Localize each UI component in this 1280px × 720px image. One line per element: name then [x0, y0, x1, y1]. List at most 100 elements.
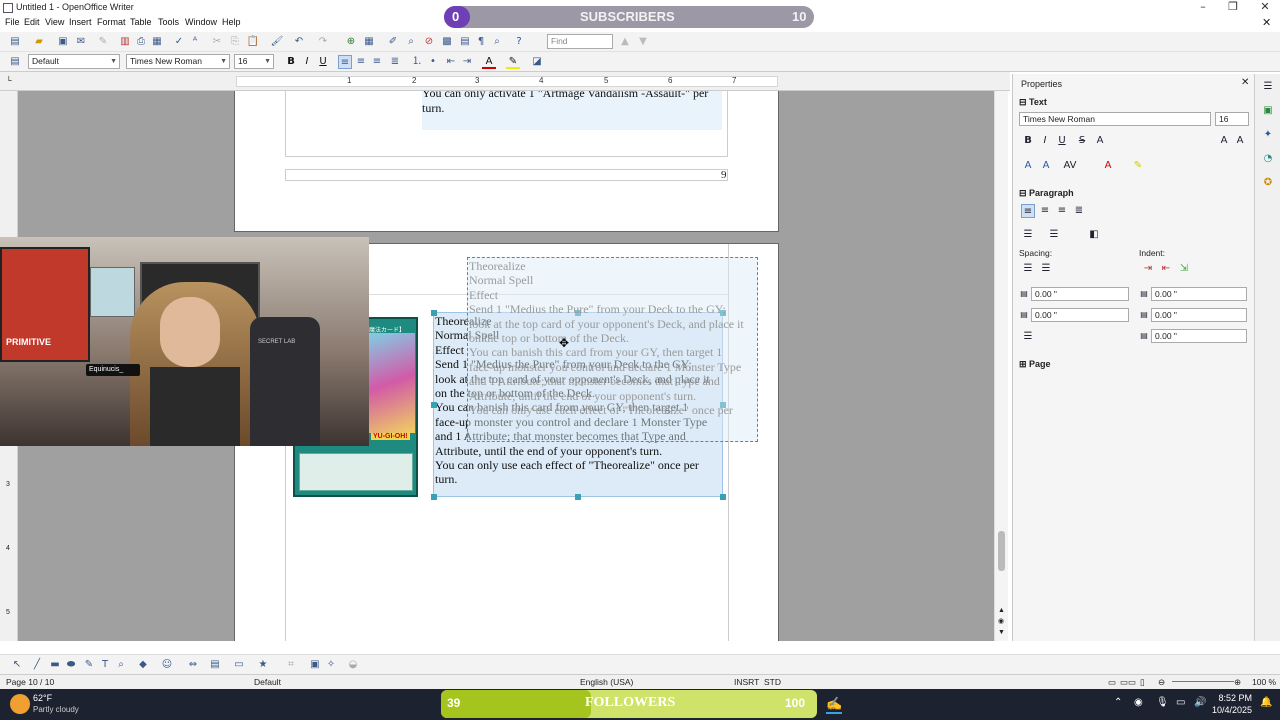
- sidebar-grow-font-icon[interactable]: A: [1217, 134, 1231, 148]
- points-icon[interactable]: ⌗: [284, 658, 298, 672]
- sidebar-align-right-icon[interactable]: ≡: [1055, 204, 1069, 218]
- scroll-up-icon[interactable]: ▲: [998, 607, 1005, 614]
- print-preview-icon[interactable]: ▦: [150, 35, 164, 49]
- microphone-icon[interactable]: 🎙: [1156, 697, 1169, 708]
- basic-shapes-icon[interactable]: ◆: [136, 658, 150, 672]
- line-spacing-icon[interactable]: ☰: [1021, 330, 1035, 344]
- menu-window[interactable]: Window: [185, 17, 217, 27]
- page-count[interactable]: Page 10 / 10: [6, 677, 54, 687]
- gallery-deck-icon[interactable]: ◔: [1261, 152, 1275, 166]
- sidebar-numbering-icon[interactable]: ☰: [1047, 228, 1061, 242]
- before-indent-input[interactable]: 0.00 ": [1151, 287, 1247, 301]
- highlight-icon[interactable]: ✎: [506, 55, 520, 69]
- open-icon[interactable]: ▰: [32, 35, 46, 49]
- zoom-in-icon[interactable]: ⊕: [1234, 677, 1241, 688]
- font-color-icon[interactable]: A: [482, 55, 496, 69]
- decrease-indent-icon[interactable]: ⇤: [444, 55, 458, 69]
- resize-handle[interactable]: [431, 310, 437, 316]
- weather-condition[interactable]: Partly cloudy: [33, 705, 79, 714]
- text-section-header[interactable]: ⊟ Text: [1019, 97, 1047, 108]
- first-line-indent-input[interactable]: 0.00 ": [1151, 329, 1247, 343]
- writer-taskbar-icon[interactable]: ✍: [826, 696, 843, 714]
- restore-button[interactable]: ❐: [1218, 0, 1248, 16]
- tray-chevron-icon[interactable]: ⌃: [1114, 697, 1122, 708]
- scroll-down-icon[interactable]: ▼: [998, 629, 1005, 636]
- decrease-spacing-icon[interactable]: ☰: [1039, 262, 1053, 276]
- close-document-icon[interactable]: ✕: [1262, 16, 1271, 29]
- sidebar-highlight-icon[interactable]: ✎: [1131, 159, 1145, 173]
- menu-format[interactable]: Format: [97, 17, 126, 27]
- menu-file[interactable]: File: [5, 17, 20, 27]
- line-icon[interactable]: ╱: [30, 658, 44, 672]
- sidebar-spacing-icon[interactable]: AV: [1063, 159, 1077, 173]
- gallery-icon[interactable]: ▩: [440, 35, 454, 49]
- align-right-icon[interactable]: ≡: [370, 55, 384, 69]
- paragraph-section-header[interactable]: ⊟ Paragraph: [1019, 188, 1074, 199]
- tray-app-icon[interactable]: ◉: [1134, 697, 1143, 708]
- format-paintbrush-icon[interactable]: 🖌: [270, 35, 284, 49]
- align-center-icon[interactable]: ≡: [354, 55, 368, 69]
- decrease-indent-icon[interactable]: ⇤: [1159, 262, 1173, 276]
- sidebar-superscript-icon[interactable]: A: [1021, 159, 1035, 173]
- tab-type-icon[interactable]: └: [6, 76, 12, 85]
- zoom-slider[interactable]: [1172, 681, 1234, 682]
- book-view-icon[interactable]: ▯: [1140, 677, 1145, 688]
- multi-page-view-icon[interactable]: ▭▭: [1120, 677, 1136, 688]
- insert-mode[interactable]: INSRT: [734, 677, 759, 687]
- undo-icon[interactable]: ↶: [292, 35, 306, 49]
- background-color-icon[interactable]: ◪: [530, 55, 544, 69]
- increase-spacing-icon[interactable]: ☰: [1021, 262, 1035, 276]
- selection-mode[interactable]: STD: [764, 677, 781, 687]
- edit-file-icon[interactable]: ✎: [96, 35, 110, 49]
- help-icon[interactable]: ?: [512, 35, 526, 49]
- italic-icon[interactable]: I: [300, 55, 314, 69]
- align-left-icon[interactable]: ≡: [338, 55, 352, 69]
- after-indent-input[interactable]: 0.00 ": [1151, 308, 1247, 322]
- sidebar-background-icon[interactable]: ◧: [1087, 228, 1101, 242]
- resize-handle[interactable]: [431, 402, 437, 408]
- sidebar-underline-icon[interactable]: U: [1055, 134, 1069, 148]
- close-window-button[interactable]: ✕: [1250, 0, 1280, 16]
- from-file-icon[interactable]: ▣: [308, 658, 322, 672]
- sidebar-italic-icon[interactable]: I: [1038, 134, 1052, 148]
- rectangle-icon[interactable]: ▬: [48, 658, 62, 672]
- properties-deck-icon[interactable]: ▣: [1261, 104, 1275, 118]
- stars-icon[interactable]: ★: [256, 658, 270, 672]
- freeform-icon[interactable]: ✎: [82, 658, 96, 672]
- menu-insert[interactable]: Insert: [69, 17, 92, 27]
- menu-tools[interactable]: Tools: [158, 17, 179, 27]
- clock-time[interactable]: 8:52 PM: [1212, 693, 1252, 703]
- sidebar-align-left-icon[interactable]: ≡: [1021, 204, 1035, 218]
- hanging-indent-icon[interactable]: ⇲: [1177, 262, 1191, 276]
- close-sidebar-icon[interactable]: ✕: [1241, 77, 1249, 88]
- sidebar-shadow-icon[interactable]: A: [1093, 134, 1107, 148]
- sidebar-size-select[interactable]: 16: [1215, 112, 1249, 126]
- increase-indent-icon[interactable]: ⇥: [1141, 262, 1155, 276]
- sidebar-strikethrough-icon[interactable]: S: [1075, 134, 1089, 148]
- sidebar-bold-icon[interactable]: B: [1021, 134, 1035, 148]
- paragraph-style-select[interactable]: Default ▼: [28, 54, 120, 69]
- menu-edit[interactable]: Edit: [24, 17, 40, 27]
- fontwork-icon[interactable]: ✧: [324, 658, 338, 672]
- find-input[interactable]: Find: [547, 34, 613, 49]
- single-page-view-icon[interactable]: ▭: [1108, 677, 1116, 688]
- previous-page-icon[interactable]: ◉: [998, 617, 1004, 625]
- font-name-select[interactable]: Times New Roman ▼: [126, 54, 230, 69]
- redo-icon[interactable]: ↷: [316, 35, 330, 49]
- above-spacing-input[interactable]: 0.00 ": [1031, 287, 1129, 301]
- resize-handle[interactable]: [720, 494, 726, 500]
- new-document-icon[interactable]: ▤: [8, 35, 22, 49]
- temperature[interactable]: 62°F: [33, 693, 52, 703]
- page-9[interactable]: You can only activate 1 "Artmage Vandali…: [234, 91, 779, 232]
- zoom-out-icon[interactable]: ⊖: [1158, 677, 1165, 688]
- callouts-icon[interactable]: ▭: [232, 658, 246, 672]
- zoom-icon[interactable]: ⌕: [490, 35, 504, 49]
- bullets-icon[interactable]: •: [426, 55, 440, 69]
- below-spacing-input[interactable]: 0.00 ": [1031, 308, 1129, 322]
- save-icon[interactable]: ▣: [56, 35, 70, 49]
- clock-date[interactable]: 10/4/2025: [1204, 705, 1252, 715]
- find-replace-icon[interactable]: ⌕: [404, 35, 418, 49]
- page-style[interactable]: Default: [254, 677, 281, 687]
- hyperlink-icon[interactable]: ⊕: [344, 35, 358, 49]
- navigator-deck-icon[interactable]: ✪: [1261, 176, 1275, 190]
